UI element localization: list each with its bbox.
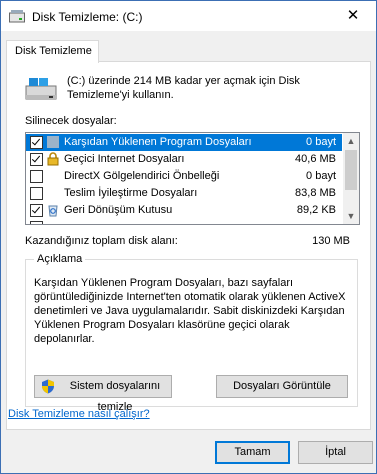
- item-label: DirectX Gölgelendirici Önbelleği: [64, 170, 220, 182]
- close-button[interactable]: ✕: [330, 1, 376, 31]
- cancel-button[interactable]: İptal: [298, 441, 373, 464]
- item-label: Geçici Internet Dosyaları: [64, 153, 185, 165]
- item-checkbox[interactable]: [30, 187, 43, 200]
- total-space-label: Kazandığınız toplam disk alanı:: [25, 235, 178, 247]
- item-size: 89,2 KB: [296, 204, 336, 216]
- tab-label: Disk Temizleme: [15, 45, 92, 57]
- list-item[interactable]: Geçici Internet Dosyaları 40,6 MB: [26, 151, 342, 168]
- files-to-delete-label: Silinecek dosyalar:: [25, 115, 117, 127]
- clean-system-files-button[interactable]: Sistem dosyalarını temizle: [34, 375, 172, 413]
- list-item[interactable]: Karşıdan Yüklenen Program Dosyaları 0 ba…: [26, 134, 342, 151]
- scroll-up-arrow-icon[interactable]: ▲: [343, 133, 359, 149]
- description-group: Açıklama Karşıdan Yüklenen Program Dosya…: [25, 253, 358, 413]
- list-item[interactable]: DirectX Gölgelendirici Önbelleği 0 bayt: [26, 168, 342, 185]
- view-files-button[interactable]: Dosyaları Görüntüle: [216, 375, 348, 398]
- total-space-value: 130 MB: [312, 235, 350, 247]
- list-item[interactable]: [26, 219, 342, 224]
- item-label: Karşıdan Yüklenen Program Dosyaları: [64, 136, 252, 148]
- list-scrollbar[interactable]: ▲ ▼: [343, 133, 359, 224]
- disk-cleanup-app-icon: [9, 10, 25, 23]
- item-checkbox[interactable]: [30, 221, 43, 224]
- item-checkbox[interactable]: [30, 204, 43, 217]
- item-size: 0 bayt: [306, 136, 336, 148]
- intro-text: (C:) üzerinde 214 MB kadar yer açmak içi…: [67, 75, 300, 101]
- list-item[interactable]: Teslim İyileştirme Dosyaları 83,8 MB: [26, 185, 342, 202]
- item-checkbox[interactable]: [30, 153, 43, 166]
- ok-button[interactable]: Tamam: [215, 441, 290, 464]
- tab-panel: (C:) üzerinde 214 MB kadar yer açmak içi…: [6, 61, 371, 430]
- item-size: 0 bayt: [306, 170, 336, 182]
- help-link[interactable]: Disk Temizleme nasıl çalışır?: [8, 408, 150, 420]
- scroll-down-arrow-icon[interactable]: ▼: [343, 208, 359, 224]
- item-label: Geri Dönüşüm Kutusu: [64, 204, 173, 216]
- disk-cleanup-window: Disk Temizleme: (C:) ✕ Disk Temizleme (C…: [0, 0, 377, 474]
- recycle-bin-icon: [48, 205, 58, 217]
- item-checkbox[interactable]: [30, 170, 43, 183]
- title-bar[interactable]: Disk Temizleme: (C:) ✕: [1, 1, 376, 31]
- item-size: 40,6 MB: [295, 153, 336, 165]
- drive-icon: [25, 78, 57, 100]
- item-label: Teslim İyileştirme Dosyaları: [64, 187, 198, 199]
- item-checkbox[interactable]: [30, 136, 43, 149]
- tab-disk-cleanup[interactable]: Disk Temizleme: [6, 40, 99, 63]
- uac-shield-icon: [42, 379, 54, 394]
- window-title: Disk Temizleme: (C:): [32, 10, 143, 24]
- lock-icon: [47, 152, 59, 166]
- folder-icon: [47, 136, 59, 148]
- description-title: Açıklama: [34, 253, 86, 265]
- files-listbox[interactable]: Karşıdan Yüklenen Program Dosyaları 0 ba…: [25, 132, 360, 225]
- scrollbar-thumb[interactable]: [345, 150, 357, 190]
- list-item[interactable]: Geri Dönüşüm Kutusu 89,2 KB: [26, 202, 342, 219]
- item-size: 83,8 MB: [295, 187, 336, 199]
- description-text: Karşıdan Yüklenen Program Dosyaları, baz…: [34, 277, 346, 345]
